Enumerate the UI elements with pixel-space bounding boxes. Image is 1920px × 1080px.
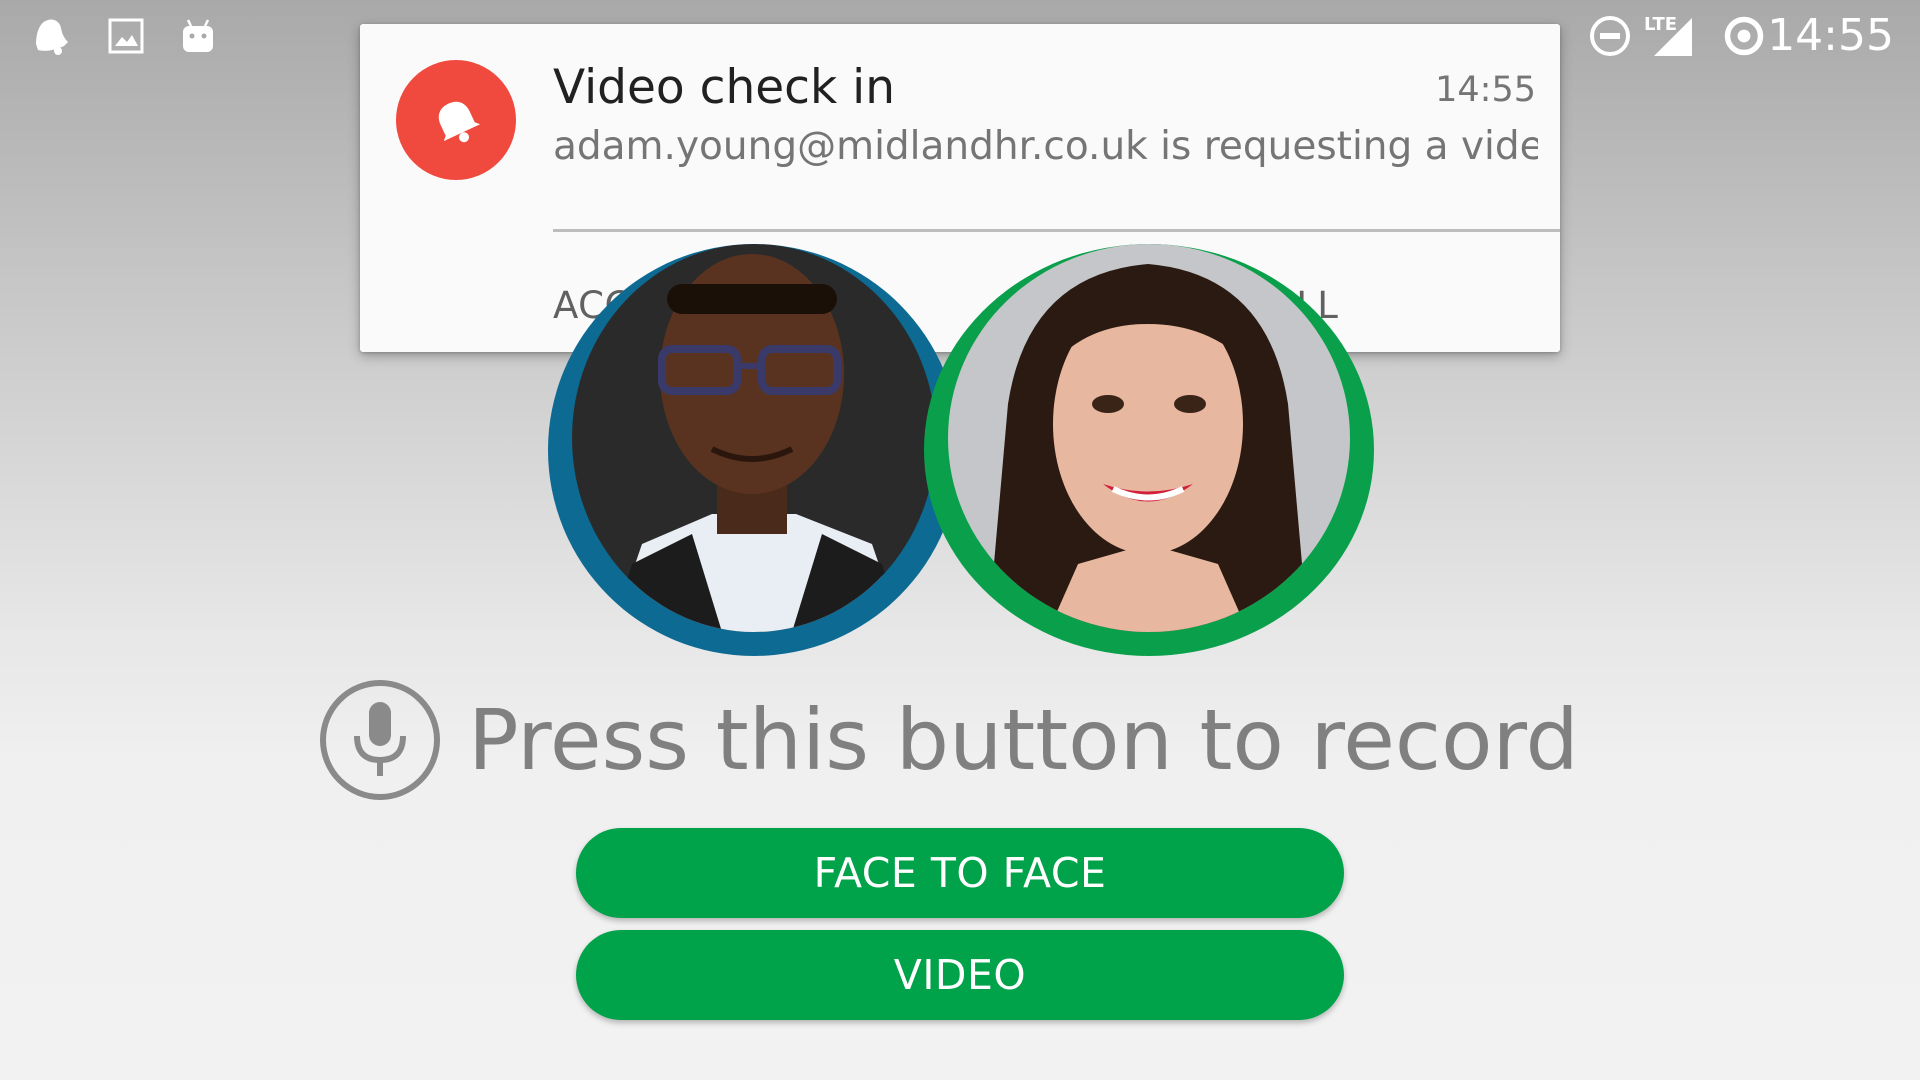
bell-icon bbox=[438, 101, 481, 143]
record-button[interactable] bbox=[320, 680, 440, 800]
video-button[interactable]: VIDEO bbox=[576, 930, 1344, 1020]
microphone-icon bbox=[354, 702, 406, 776]
notification-divider bbox=[553, 229, 1560, 232]
data-saver-icon bbox=[1722, 14, 1766, 58]
user-avatar bbox=[924, 244, 1374, 656]
notification-time: 14:55 bbox=[1435, 70, 1536, 110]
user-photo bbox=[948, 244, 1350, 632]
image-icon bbox=[104, 14, 148, 58]
caller-avatar bbox=[548, 244, 960, 656]
signal-strength-icon bbox=[1650, 14, 1694, 58]
record-prompt: Press this button to record bbox=[468, 691, 1579, 789]
video-check-in-notification[interactable]: Video check in 14:55 adam.young@midlandh… bbox=[360, 24, 1560, 352]
notification-app-icon bbox=[396, 60, 516, 180]
face-to-face-button[interactable]: FACE TO FACE bbox=[576, 828, 1344, 918]
notification-title: Video check in bbox=[553, 60, 896, 115]
do-not-disturb-icon bbox=[1588, 14, 1632, 58]
caller-photo bbox=[572, 244, 936, 632]
notification-body: adam.young@midlandhr.co.uk is requesting… bbox=[553, 124, 1538, 169]
android-icon bbox=[176, 14, 220, 58]
notification-bell-icon bbox=[28, 14, 72, 58]
status-clock: 14:55 bbox=[1767, 10, 1894, 61]
